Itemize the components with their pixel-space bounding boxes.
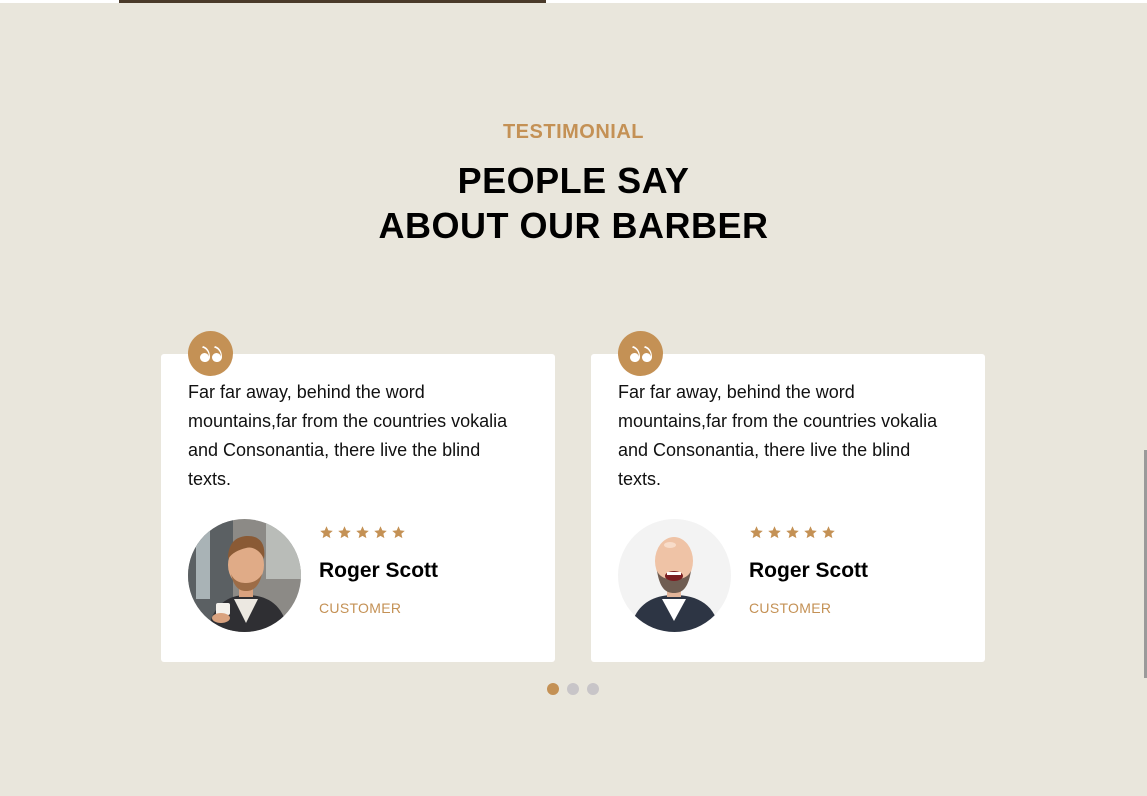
rating-stars — [749, 525, 836, 540]
section-heading: PEOPLE SAY ABOUT OUR BARBER — [0, 158, 1147, 248]
reviewer-role: CUSTOMER — [749, 600, 832, 616]
testimonial-card: Far far away, behind the word mountains,… — [161, 331, 555, 662]
star-icon — [356, 526, 369, 539]
reviewer-role: CUSTOMER — [319, 600, 402, 616]
star-icon — [338, 526, 351, 539]
star-icon — [786, 526, 799, 539]
previous-section-image — [119, 0, 546, 3]
heading-line-1: PEOPLE SAY — [457, 160, 690, 201]
man-with-coffee-avatar — [188, 519, 301, 632]
testimonial-quote: Far far away, behind the word mountains,… — [188, 382, 508, 489]
testimonial-quote: Far far away, behind the word mountains,… — [618, 382, 938, 489]
testimonial-header: TESTIMONIAL PEOPLE SAY ABOUT OUR BARBER — [0, 121, 1147, 248]
rating-stars — [319, 525, 406, 540]
star-icon — [768, 526, 781, 539]
star-icon — [804, 526, 817, 539]
heading-line-2: ABOUT OUR BARBER — [378, 205, 769, 246]
reviewer-name: Roger Scott — [749, 559, 869, 582]
quote-icon — [188, 331, 233, 376]
carousel-dot-2[interactable] — [567, 683, 579, 695]
star-icon — [822, 526, 835, 539]
star-icon — [320, 526, 333, 539]
quote-icon — [618, 331, 663, 376]
quote-icon-glyph — [199, 345, 222, 362]
quote-icon-glyph — [629, 345, 652, 362]
star-icon — [392, 526, 405, 539]
testimonial-card: Far far away, behind the word mountains,… — [591, 331, 985, 662]
star-icon — [374, 526, 387, 539]
carousel-dot-3[interactable] — [587, 683, 599, 695]
section-subheading: TESTIMONIAL — [502, 121, 645, 143]
bald-man-laughing-avatar — [618, 519, 731, 632]
reviewer-name: Roger Scott — [319, 559, 439, 582]
star-icon — [750, 526, 763, 539]
carousel-dot-1[interactable] — [547, 683, 559, 695]
carousel-pagination — [547, 683, 599, 695]
